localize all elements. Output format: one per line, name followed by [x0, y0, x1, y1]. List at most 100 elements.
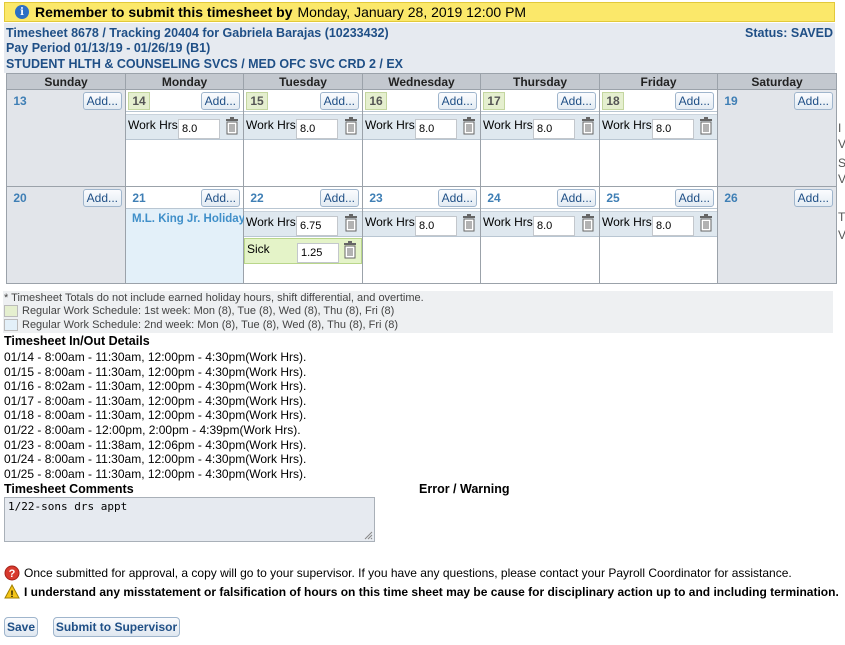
day-header: 24 Add...	[481, 187, 599, 209]
week2-swatch	[4, 319, 18, 331]
hours-input[interactable]: 8.0	[533, 119, 575, 139]
add-entry-button[interactable]: Add...	[82, 189, 122, 207]
add-entry-button[interactable]: Add...	[200, 92, 240, 110]
time-entry: Work Hrs 8.0	[600, 114, 717, 140]
inout-line: 01/17 - 8:00am - 11:30am, 12:00pm - 4:30…	[4, 393, 307, 408]
day-header-friday: Friday	[599, 73, 718, 90]
inout-line: 01/18 - 8:00am - 11:30am, 12:00pm - 4:30…	[4, 408, 307, 423]
day-header: 15 Add...	[244, 90, 362, 112]
add-entry-button[interactable]: Add...	[319, 189, 359, 207]
trash-icon[interactable]	[343, 241, 357, 259]
day-number: 18	[602, 92, 624, 110]
svg-text:!: !	[11, 589, 14, 599]
add-entry-button[interactable]: Add...	[674, 92, 714, 110]
day-header-saturday: Saturday	[717, 73, 837, 90]
time-entry: Work Hrs 8.0	[363, 211, 480, 237]
entry-type-label: Work Hrs	[246, 118, 296, 132]
warning-note: ! I understand any misstatement or falsi…	[4, 584, 839, 600]
day-header: 22 Add...	[244, 187, 362, 209]
day-cell: 25 Add... Work Hrs 8.0	[599, 186, 718, 284]
warning-text: I understand any misstatement or falsifi…	[24, 585, 839, 599]
day-header: 25 Add...	[600, 187, 717, 209]
day-cell: 24 Add... Work Hrs 8.0	[480, 186, 600, 284]
clipped-text: T	[838, 210, 845, 224]
trash-icon[interactable]	[699, 214, 713, 232]
day-header-monday: Monday	[125, 73, 244, 90]
day-header: 13 Add...	[7, 90, 125, 112]
entry-type-label: Work Hrs	[246, 215, 296, 229]
banner-date: Monday, January 28, 2019 12:00 PM	[297, 4, 527, 20]
inout-title: Timesheet In/Out Details	[4, 334, 150, 348]
time-entry: Work Hrs 8.0	[244, 114, 362, 140]
trash-icon[interactable]	[462, 117, 476, 135]
inout-line: 01/22 - 8:00am - 12:00pm, 2:00pm - 4:39p…	[4, 422, 301, 437]
day-cell: 20 Add...	[6, 186, 126, 284]
hours-input[interactable]: 8.0	[296, 119, 338, 139]
day-header: 20 Add...	[7, 187, 125, 209]
resize-grip-icon[interactable]	[363, 530, 373, 540]
add-entry-button[interactable]: Add...	[200, 189, 240, 207]
day-header-sunday: Sunday	[6, 73, 126, 90]
hours-input[interactable]: 8.0	[652, 119, 694, 139]
hours-input[interactable]: 8.0	[533, 216, 575, 236]
save-button[interactable]: Save	[4, 617, 38, 637]
add-entry-button[interactable]: Add...	[793, 92, 833, 110]
hours-input[interactable]: 6.75	[296, 216, 338, 236]
entry-type-label: Work Hrs	[483, 118, 533, 132]
trash-icon[interactable]	[581, 214, 595, 232]
hours-input[interactable]: 8.0	[415, 216, 457, 236]
day-number: 17	[483, 92, 505, 110]
holiday-label: M.L. King Jr. Holiday	[132, 213, 246, 225]
trash-icon[interactable]	[699, 117, 713, 135]
day-cell: 17 Add... Work Hrs 8.0	[480, 89, 600, 187]
day-header: 19 Add...	[718, 90, 836, 112]
entry-type-label: Work Hrs	[365, 118, 415, 132]
approval-note: ? Once submitted for approval, a copy wi…	[4, 565, 792, 581]
inout-line: 01/25 - 8:00am - 11:30am, 12:00pm - 4:30…	[4, 466, 307, 481]
add-entry-button[interactable]: Add...	[437, 189, 477, 207]
day-number: 14	[128, 92, 150, 110]
day-header: 26 Add...	[718, 187, 836, 209]
day-header: 17 Add...	[481, 90, 599, 112]
add-entry-button[interactable]: Add...	[556, 189, 596, 207]
add-entry-button[interactable]: Add...	[793, 189, 833, 207]
legend-week2: Regular Work Schedule: 2nd week: Mon (8)…	[4, 319, 398, 331]
hours-input[interactable]: 8.0	[652, 216, 694, 236]
inout-line: 01/24 - 8:00am - 11:30am, 12:00pm - 4:30…	[4, 452, 307, 467]
trash-icon[interactable]	[344, 214, 358, 232]
comments-title: Timesheet Comments	[4, 482, 134, 496]
add-entry-button[interactable]: Add...	[674, 189, 714, 207]
warning-icon: !	[4, 584, 20, 599]
trash-icon[interactable]	[225, 117, 239, 135]
comments-textarea[interactable]: 1/22-sons drs appt	[4, 497, 375, 542]
add-entry-button[interactable]: Add...	[437, 92, 477, 110]
status-label: Status: SAVED	[745, 26, 833, 40]
entry-type-label: Work Hrs	[602, 118, 652, 132]
add-entry-button[interactable]: Add...	[319, 92, 359, 110]
time-entry: Work Hrs 8.0	[126, 114, 243, 140]
trash-icon[interactable]	[344, 117, 358, 135]
add-entry-button[interactable]: Add...	[82, 92, 122, 110]
trash-icon[interactable]	[462, 214, 476, 232]
banner-bold: Remember to submit this timesheet by	[35, 4, 293, 20]
day-cell: 14 Add... Work Hrs 8.0	[125, 89, 244, 187]
hours-input[interactable]: 1.25	[297, 243, 339, 263]
day-header: 21 Add...	[126, 187, 243, 209]
day-number: 15	[246, 92, 268, 110]
hours-input[interactable]: 8.0	[415, 119, 457, 139]
department: STUDENT HLTH & COUNSELING SVCS / MED OFC…	[6, 57, 404, 71]
day-header-thursday: Thursday	[480, 73, 600, 90]
trash-icon[interactable]	[581, 117, 595, 135]
day-cell: 13 Add...	[6, 89, 126, 187]
inout-line: 01/16 - 8:02am - 11:30am, 12:00pm - 4:30…	[4, 379, 307, 394]
day-header: 23 Add...	[363, 187, 480, 209]
day-number: 13	[13, 94, 27, 108]
entry-type-label: Sick	[247, 242, 270, 256]
submit-to-supervisor-button[interactable]: Submit to Supervisor	[53, 617, 180, 637]
legend-week1: Regular Work Schedule: 1st week: Mon (8)…	[4, 305, 394, 317]
day-number: 25	[606, 191, 620, 205]
legend-week2-label: Regular Work Schedule: 2nd week: Mon (8)…	[22, 319, 398, 331]
hours-input[interactable]: 8.0	[178, 119, 220, 139]
inout-list: 01/14 - 8:00am - 11:30am, 12:00pm - 4:30…	[4, 350, 306, 481]
add-entry-button[interactable]: Add...	[556, 92, 596, 110]
